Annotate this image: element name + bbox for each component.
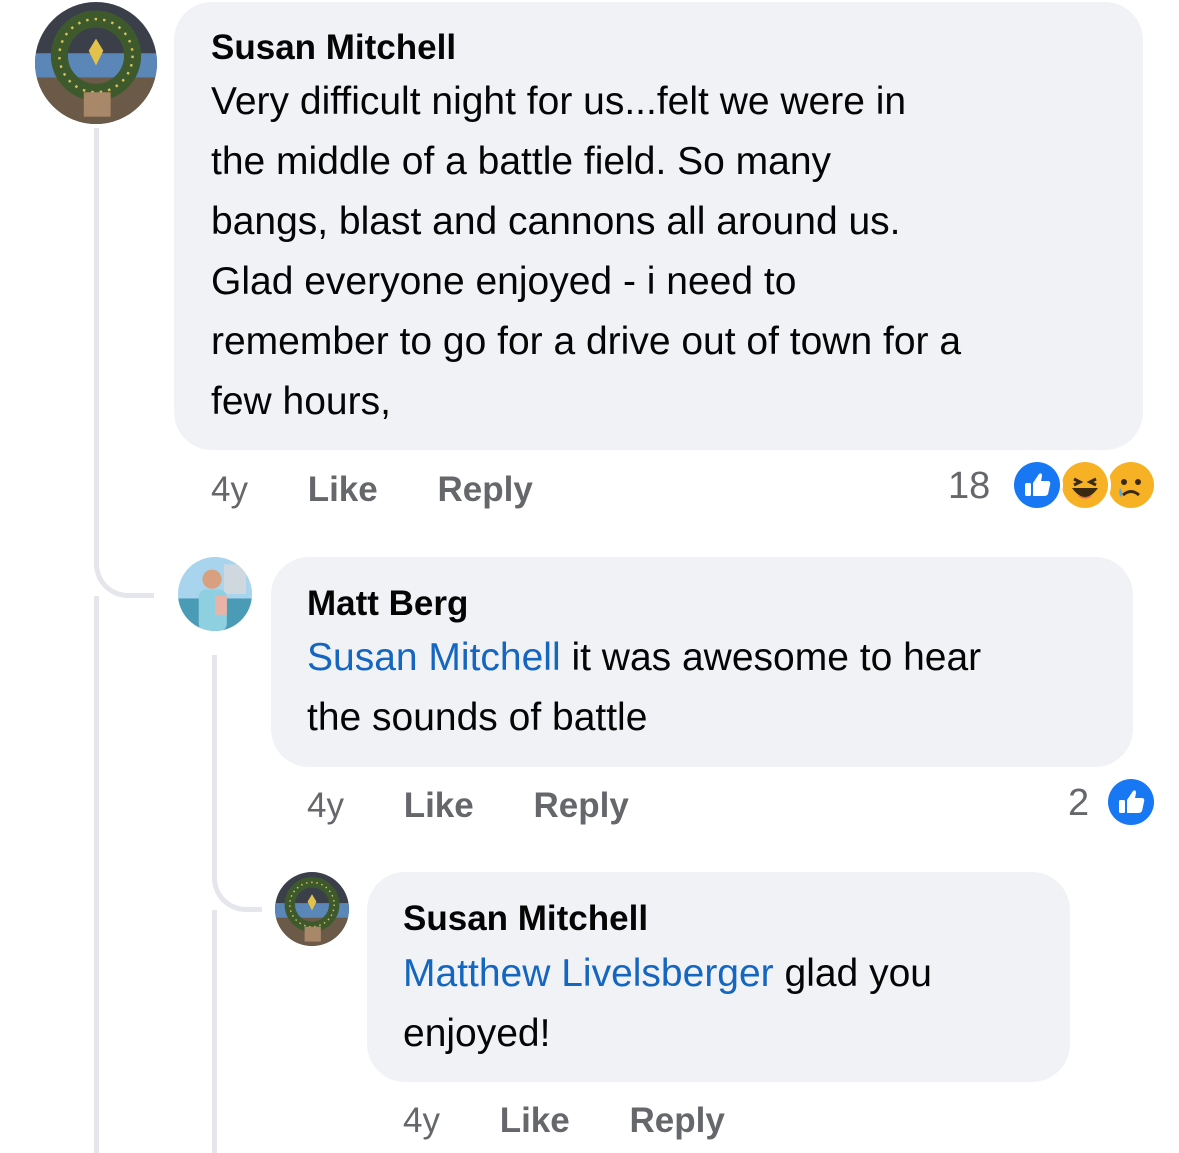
comment-text-fragment: it was awesome to hear bbox=[560, 636, 982, 679]
comment-actions: 4y Like Reply bbox=[211, 470, 533, 510]
thread-line-reply bbox=[212, 655, 217, 875]
avatar[interactable] bbox=[35, 2, 157, 124]
like-button[interactable]: Like bbox=[308, 470, 378, 510]
avatar[interactable] bbox=[178, 557, 252, 631]
comment-actions: 4y Like Reply bbox=[403, 1101, 725, 1141]
comment-text-fragment: glad you bbox=[773, 952, 932, 995]
comment-text-line: few hours, bbox=[211, 380, 391, 423]
like-icon[interactable] bbox=[1105, 776, 1157, 828]
thread-elbow-reply-2 bbox=[212, 850, 262, 912]
thread-line-reply-lower bbox=[212, 910, 217, 1153]
like-button[interactable]: Like bbox=[500, 1101, 570, 1141]
comment-text-line: Susan Mitchell it was awesome to hear bbox=[307, 628, 981, 688]
comment-text-line: the sounds of battle bbox=[307, 696, 648, 739]
thread-elbow-reply-1 bbox=[94, 540, 154, 598]
avatar[interactable] bbox=[275, 872, 349, 946]
comment-text-line: Glad everyone enjoyed - i need to bbox=[211, 260, 797, 303]
comment-timestamp[interactable]: 4y bbox=[307, 786, 344, 826]
reaction-count[interactable]: 18 bbox=[948, 465, 990, 508]
comment-text-line: bangs, blast and cannons all around us. bbox=[211, 200, 901, 243]
mention-link[interactable]: Susan Mitchell bbox=[307, 636, 561, 679]
comment-text-line: the middle of a battle field. So many bbox=[211, 140, 832, 183]
mention-link[interactable]: Matthew Livelsberger bbox=[403, 952, 774, 995]
comment-text-line: Very difficult night for us...felt we we… bbox=[211, 80, 907, 123]
comment-text-line: remember to go for a drive out of town f… bbox=[211, 320, 962, 363]
comment-author[interactable]: Susan Mitchell bbox=[403, 899, 648, 939]
comment-timestamp[interactable]: 4y bbox=[403, 1101, 440, 1141]
haha-icon[interactable] bbox=[1059, 459, 1111, 511]
comment-text-line: enjoyed! bbox=[403, 1012, 551, 1055]
comment-author[interactable]: Susan Mitchell bbox=[211, 28, 456, 68]
reply-button[interactable]: Reply bbox=[533, 786, 628, 826]
comment-text: Very difficult night for us...felt we we… bbox=[211, 72, 961, 432]
comment-text: Matthew Livelsberger glad you enjoyed! bbox=[403, 944, 932, 1064]
thread-line-main-lower bbox=[94, 596, 99, 1153]
comment-text-line: Matthew Livelsberger glad you bbox=[403, 944, 932, 1004]
reply-button[interactable]: Reply bbox=[437, 470, 532, 510]
comment-author[interactable]: Matt Berg bbox=[307, 584, 468, 624]
reaction-count[interactable]: 2 bbox=[1068, 782, 1089, 825]
sad-icon[interactable] bbox=[1105, 459, 1157, 511]
comment-timestamp[interactable]: 4y bbox=[211, 470, 248, 510]
like-icon[interactable] bbox=[1011, 459, 1063, 511]
comment-actions: 4y Like Reply bbox=[307, 786, 629, 826]
like-button[interactable]: Like bbox=[404, 786, 474, 826]
reply-button[interactable]: Reply bbox=[629, 1101, 724, 1141]
thread-line-main bbox=[94, 128, 99, 568]
comment-text: Susan Mitchell it was awesome to hear th… bbox=[307, 628, 981, 748]
